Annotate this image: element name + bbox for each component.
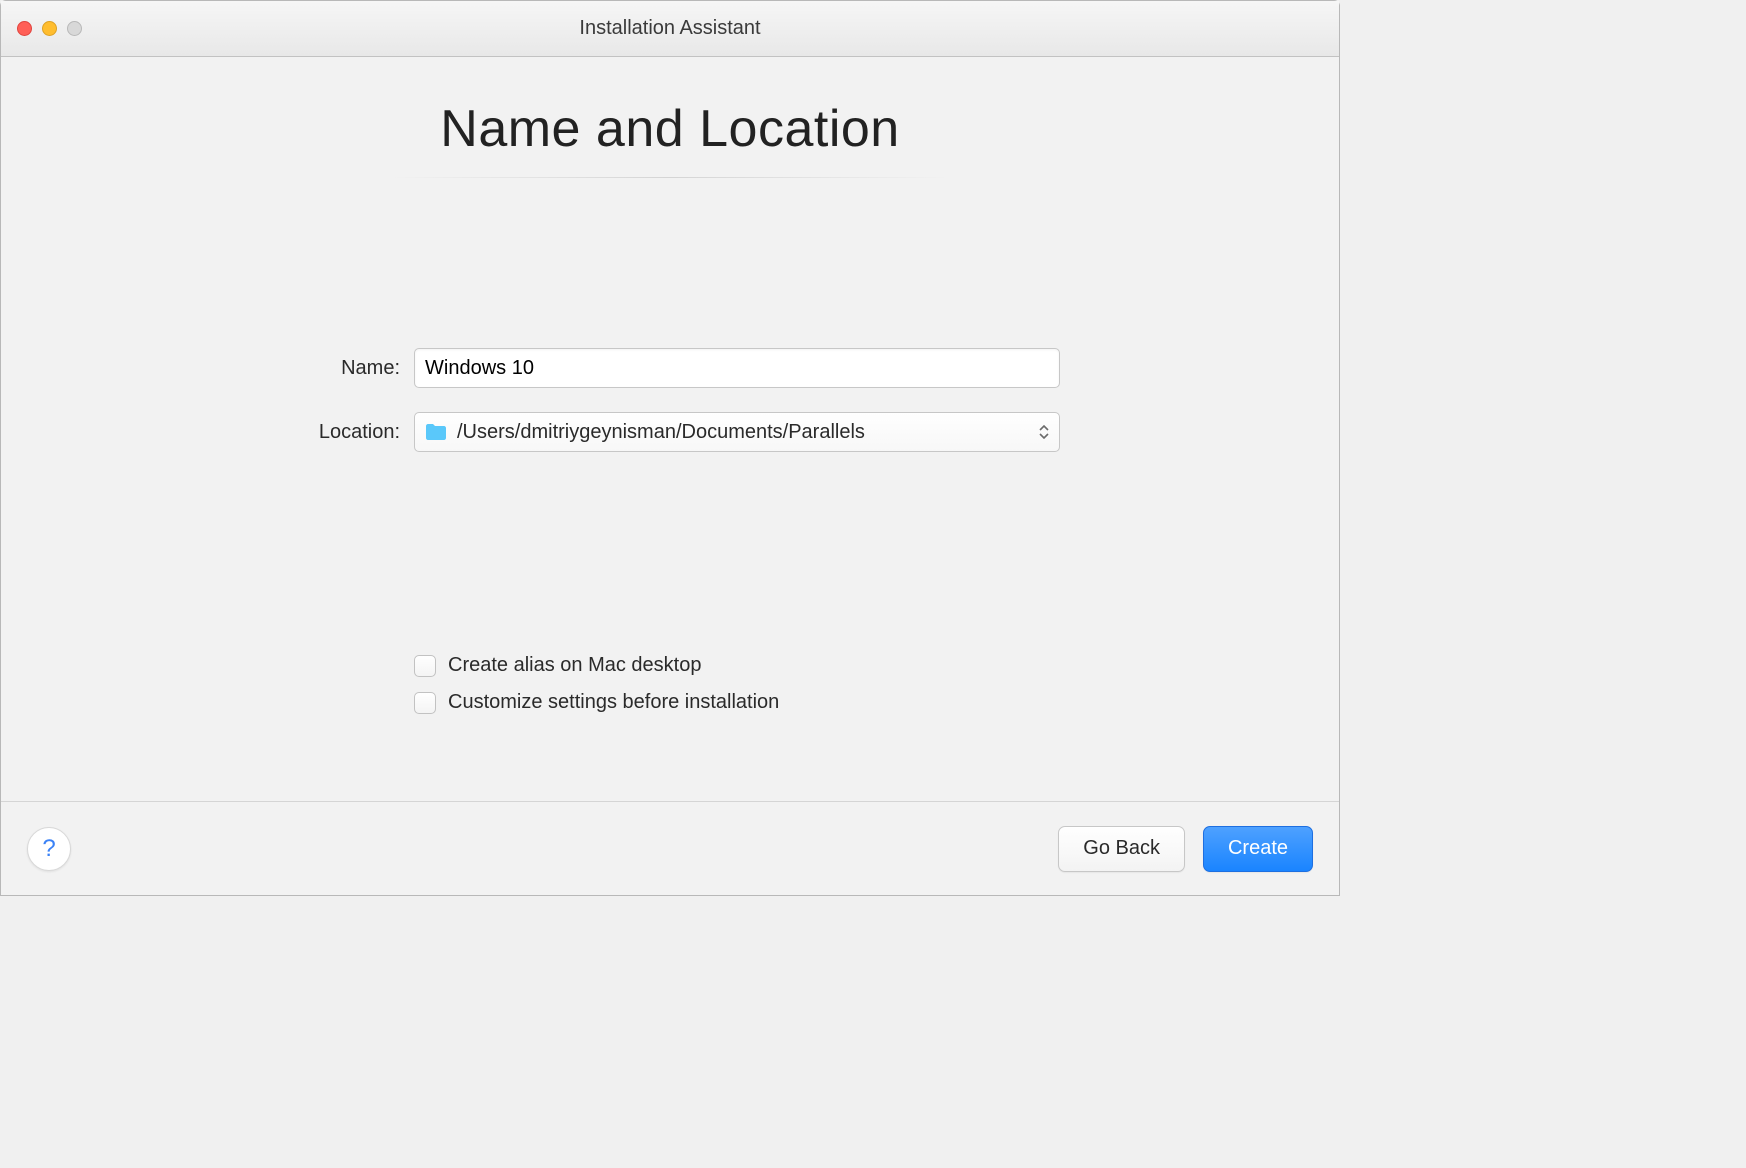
name-label: Name: [280, 357, 400, 380]
divider [390, 177, 950, 178]
page-title: Name and Location [440, 99, 899, 159]
close-icon[interactable] [17, 21, 32, 36]
content: Name and Location Name: Location: /Users… [1, 57, 1339, 801]
window-title: Installation Assistant [1, 17, 1339, 40]
chevron-up-down-icon [1039, 425, 1049, 439]
name-input[interactable] [414, 348, 1060, 388]
create-alias-checkbox[interactable] [414, 655, 436, 677]
help-button[interactable]: ? [27, 827, 71, 871]
go-back-label: Go Back [1083, 837, 1160, 860]
location-row: Location: /Users/dmitriygeynisman/Docume… [280, 412, 1060, 452]
customize-label: Customize settings before installation [448, 691, 779, 714]
create-label: Create [1228, 837, 1288, 860]
customize-row: Customize settings before installation [414, 691, 1060, 714]
help-icon: ? [42, 835, 55, 863]
location-label: Location: [280, 421, 400, 444]
location-select[interactable]: /Users/dmitriygeynisman/Documents/Parall… [414, 412, 1060, 452]
traffic-lights [17, 21, 82, 36]
go-back-button[interactable]: Go Back [1058, 826, 1185, 872]
footer: ? Go Back Create [1, 801, 1339, 895]
minimize-icon[interactable] [42, 21, 57, 36]
form: Name: Location: /Users/dmitriygeynisman/… [280, 348, 1060, 476]
name-row: Name: [280, 348, 1060, 388]
options: Create alias on Mac desktop Customize se… [280, 654, 1060, 728]
create-button[interactable]: Create [1203, 826, 1313, 872]
installation-assistant-window: Installation Assistant Name and Location… [0, 0, 1340, 896]
location-value: /Users/dmitriygeynisman/Documents/Parall… [457, 421, 865, 444]
titlebar: Installation Assistant [1, 1, 1339, 57]
create-alias-label: Create alias on Mac desktop [448, 654, 701, 677]
customize-checkbox[interactable] [414, 692, 436, 714]
create-alias-row: Create alias on Mac desktop [414, 654, 1060, 677]
folder-icon [425, 423, 447, 441]
maximize-icon [67, 21, 82, 36]
